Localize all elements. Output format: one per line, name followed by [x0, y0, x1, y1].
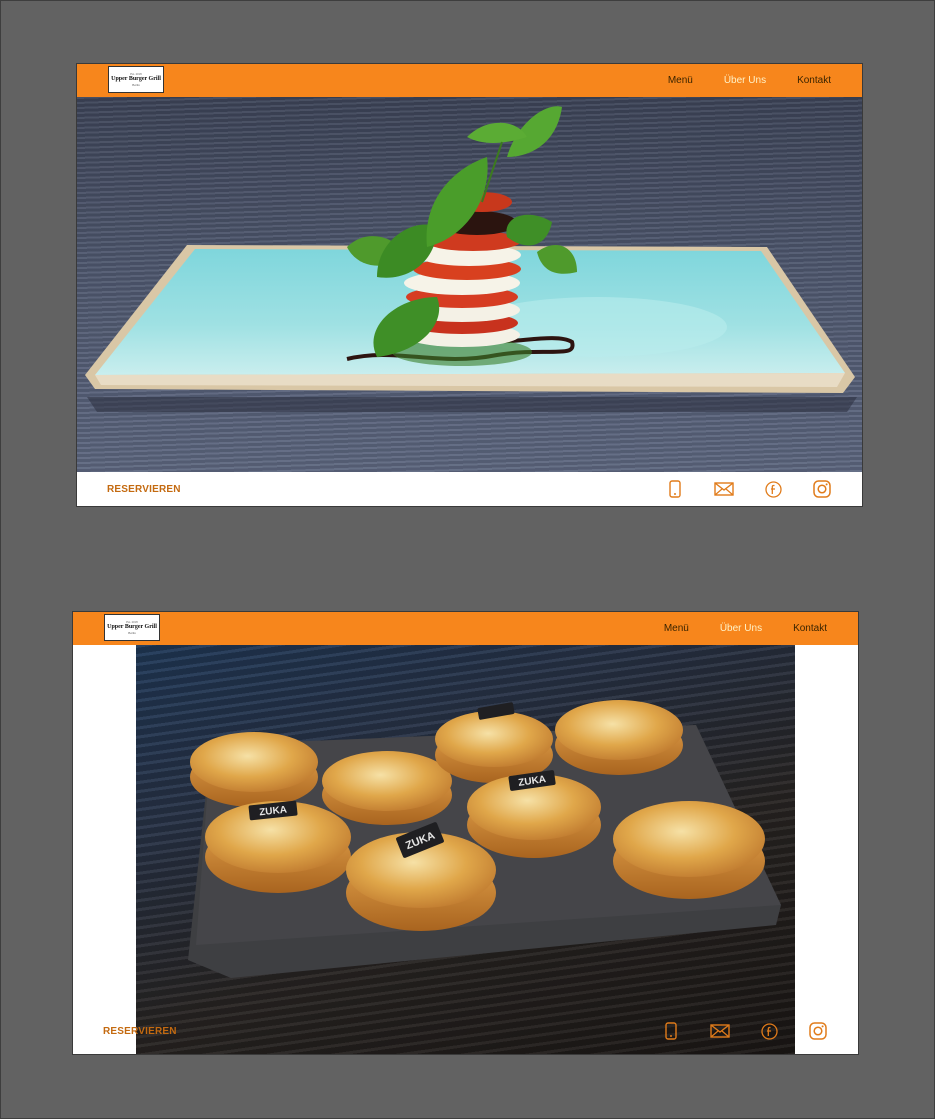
nav-kontakt[interactable]: Kontakt [797, 75, 831, 86]
logo-brand: Upper Burger Grill [107, 624, 157, 630]
hero-image-caprese [77, 97, 862, 472]
contact-icons [665, 479, 832, 499]
nav-ueber-uns[interactable]: Über Uns [720, 623, 762, 634]
contact-icons [661, 1021, 828, 1041]
side-margin-left [73, 645, 136, 1054]
tarts-illustration: ZUKA ZUKA ZUKA [188, 700, 781, 978]
website-mockup-tarts: Est. 2018 Upper Burger Grill Berlin Menü… [73, 612, 858, 1054]
nav-menu[interactable]: Menü [668, 75, 693, 86]
logo[interactable]: Est. 2018 Upper Burger Grill Berlin [108, 66, 164, 93]
logo-brand: Upper Burger Grill [111, 76, 161, 82]
instagram-icon[interactable] [808, 1021, 828, 1041]
phone-icon[interactable] [661, 1021, 681, 1041]
tart-2 [322, 751, 452, 825]
hero-image-tarts: ZUKA ZUKA ZUKA [136, 645, 795, 1054]
instagram-icon[interactable] [812, 479, 832, 499]
bottom-bar: RESERVIEREN [73, 1014, 858, 1048]
tart-8 [613, 801, 765, 899]
reserve-button[interactable]: RESERVIEREN [107, 484, 181, 495]
caprese-illustration [85, 106, 857, 412]
logo[interactable]: Est. 2018 Upper Burger Grill Berlin [104, 614, 160, 641]
bottom-bar: RESERVIEREN [77, 472, 862, 506]
mail-icon[interactable] [710, 1021, 730, 1041]
nav-menu[interactable]: Menü [664, 623, 689, 634]
mail-icon[interactable] [714, 479, 734, 499]
phone-icon[interactable] [665, 479, 685, 499]
header-bar: Est. 2018 Upper Burger Grill Berlin Menü… [73, 612, 858, 645]
nav-ueber-uns[interactable]: Über Uns [724, 75, 766, 86]
website-mockup-caprese: Est. 2018 Upper Burger Grill Berlin Menü… [77, 64, 862, 506]
facebook-icon[interactable] [759, 1021, 779, 1041]
facebook-icon[interactable] [763, 479, 783, 499]
tart-4 [555, 700, 683, 775]
header-bar: Est. 2018 Upper Burger Grill Berlin Menü… [77, 64, 862, 97]
reserve-button[interactable]: RESERVIEREN [103, 1026, 177, 1037]
logo-tagline-bottom: Berlin [132, 83, 140, 87]
main-nav: Menü Über Uns Kontakt [668, 64, 831, 97]
tart-1 [190, 732, 318, 807]
nav-kontakt[interactable]: Kontakt [793, 623, 827, 634]
logo-tagline-bottom: Berlin [128, 631, 136, 635]
tart-3 [435, 702, 553, 783]
side-margin-right [795, 645, 858, 1054]
tart-5: ZUKA [205, 800, 351, 893]
main-nav: Menü Über Uns Kontakt [664, 612, 827, 645]
